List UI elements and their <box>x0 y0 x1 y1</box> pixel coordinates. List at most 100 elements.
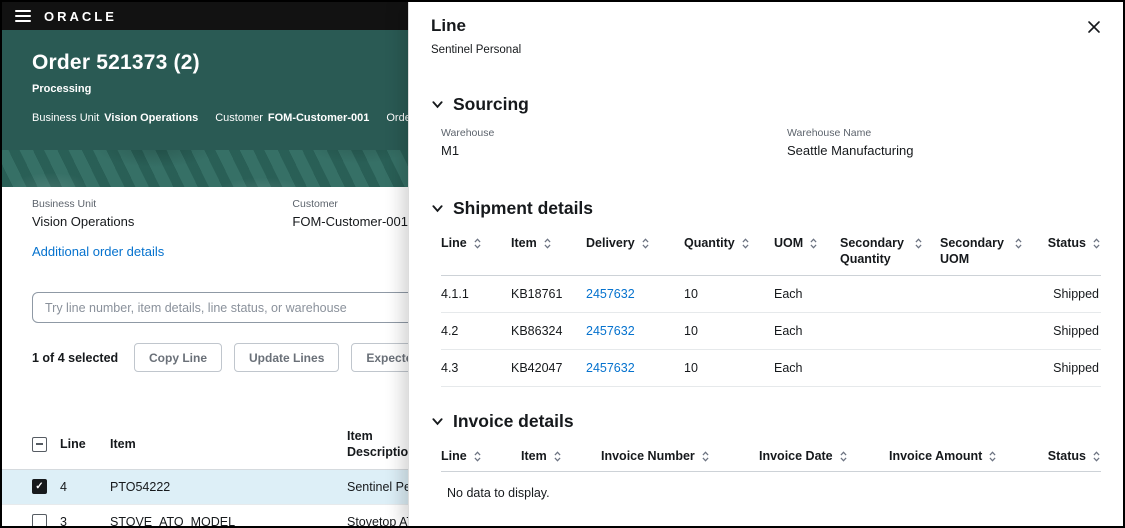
header-decoration <box>2 150 408 187</box>
expected-availability-button[interactable]: Expected Availability <box>351 343 408 372</box>
cell-item: STOVE_ATO_MODEL <box>110 515 347 527</box>
sort-icon[interactable] <box>553 450 562 463</box>
sort-icon[interactable] <box>839 450 848 463</box>
table-row[interactable]: 4 PTO54222 Sentinel Personal <box>2 470 408 505</box>
select-all-checkbox[interactable] <box>32 437 47 452</box>
cell-quantity: 10 <box>684 287 774 301</box>
customer-field: Customer FOM-Customer-001 <box>292 198 408 229</box>
cell-line: 4 <box>60 480 110 494</box>
sort-icon[interactable] <box>914 237 923 250</box>
cell-status: Shipped <box>1040 287 1101 301</box>
delivery-link[interactable]: 2457632 <box>586 324 684 338</box>
invoice-details-section: Invoice details Line Item Invoice Number… <box>431 411 1101 500</box>
warehouse-field: Warehouse M1 <box>441 127 787 158</box>
column-header-invoice-amount[interactable]: Invoice Amount <box>889 448 1047 464</box>
order-page: ORACLE Order 521373 (2) Processing Busin… <box>2 2 408 526</box>
cell-line: 4.3 <box>441 361 511 375</box>
cell-quantity: 10 <box>684 361 774 375</box>
line-detail-drawer: Line Sentinel Personal Sourcing Warehous… <box>408 2 1123 526</box>
column-header-item[interactable]: Item <box>521 448 601 464</box>
business-unit-field: Business Unit Vision Operations <box>32 198 292 229</box>
drawer-title: Line <box>431 16 1101 36</box>
cell-item: KB86324 <box>511 324 586 338</box>
column-header-status[interactable]: Status <box>1047 448 1101 464</box>
copy-line-button[interactable]: Copy Line <box>134 343 222 372</box>
column-header-item-description: Item Description <box>347 428 408 461</box>
cell-item-description: Stovetop ATO Model <box>347 515 408 527</box>
invoice-table: Line Item Invoice Number Invoice Date In… <box>431 444 1101 500</box>
column-header-quantity[interactable]: Quantity <box>684 235 774 268</box>
additional-order-details-link[interactable]: Additional order details <box>32 244 164 259</box>
row-checkbox[interactable] <box>32 514 47 526</box>
line-actions: 1 of 4 selected Copy Line Update Lines E… <box>32 343 408 372</box>
cell-status: Shipped <box>1040 324 1101 338</box>
delivery-link[interactable]: 2457632 <box>586 361 684 375</box>
table-header-row: Line Item Item Description <box>2 422 408 470</box>
row-checkbox[interactable] <box>32 479 47 494</box>
column-header-item: Item <box>110 437 347 451</box>
update-lines-button[interactable]: Update Lines <box>234 343 339 372</box>
table-header-row: Line Item Invoice Number Invoice Date In… <box>441 444 1101 472</box>
sort-icon[interactable] <box>809 237 818 250</box>
cell-line: 3 <box>60 515 110 527</box>
table-header-row: Line Item Delivery Quantity UOM Secondar… <box>441 231 1101 276</box>
oracle-logo: ORACLE <box>44 9 117 24</box>
drawer-subtitle: Sentinel Personal <box>431 44 1101 56</box>
sort-icon[interactable] <box>701 450 710 463</box>
column-header-line[interactable]: Line <box>441 235 511 268</box>
sourcing-section: Sourcing Warehouse M1 Warehouse Name Sea… <box>431 94 1101 158</box>
sourcing-section-toggle[interactable]: Sourcing <box>431 94 1101 115</box>
order-content: Business Unit Vision Operations Customer… <box>2 198 408 526</box>
column-header-line: Line <box>60 437 110 451</box>
meta-customer: CustomerFOM-Customer-001 <box>215 112 369 124</box>
shipment-table: Line Item Delivery Quantity UOM Secondar… <box>431 231 1101 387</box>
sort-icon[interactable] <box>473 237 482 250</box>
section-title: Sourcing <box>453 94 529 115</box>
order-status: Processing <box>32 83 408 95</box>
sort-icon[interactable] <box>1014 237 1023 250</box>
column-header-item[interactable]: Item <box>511 235 586 268</box>
cell-item: PTO54222 <box>110 480 347 494</box>
section-title: Shipment details <box>453 198 593 219</box>
column-header-uom[interactable]: UOM <box>774 235 840 268</box>
order-summary: Business Unit Vision Operations Customer… <box>32 198 408 229</box>
order-meta: Business UnitVision Operations CustomerF… <box>32 112 408 124</box>
close-icon[interactable] <box>1083 16 1105 38</box>
menu-icon[interactable] <box>15 10 31 22</box>
order-lines-table: Line Item Item Description 4 PTO54222 Se… <box>2 422 408 526</box>
sort-icon[interactable] <box>741 237 750 250</box>
column-header-delivery[interactable]: Delivery <box>586 235 684 268</box>
app-window: ORACLE Order 521373 (2) Processing Busin… <box>0 0 1125 528</box>
sort-icon[interactable] <box>641 237 650 250</box>
column-header-secondary-uom[interactable]: Secondary UOM <box>940 235 1040 268</box>
column-header-invoice-number[interactable]: Invoice Number <box>601 448 759 464</box>
meta-order-to: Order To <box>386 112 408 124</box>
sort-icon[interactable] <box>1092 237 1101 250</box>
empty-state-text: No data to display. <box>441 486 1101 500</box>
delivery-link[interactable]: 2457632 <box>586 287 684 301</box>
sort-icon[interactable] <box>1092 450 1101 463</box>
column-header-invoice-date[interactable]: Invoice Date <box>759 448 889 464</box>
column-header-status[interactable]: Status <box>1040 235 1101 268</box>
cell-uom: Each <box>774 361 840 375</box>
cell-status: Shipped <box>1040 361 1101 375</box>
global-topbar: ORACLE <box>2 2 408 30</box>
shipment-section-toggle[interactable]: Shipment details <box>431 198 1101 219</box>
page-title: Order 521373 (2) <box>32 51 408 75</box>
cell-item: KB18761 <box>511 287 586 301</box>
sort-icon[interactable] <box>543 237 552 250</box>
selection-count: 1 of 4 selected <box>32 351 122 365</box>
table-row: 4.2 KB86324 2457632 10 Each Shipped <box>441 313 1101 350</box>
column-header-line[interactable]: Line <box>441 448 521 464</box>
sort-icon[interactable] <box>988 450 997 463</box>
invoice-section-toggle[interactable]: Invoice details <box>431 411 1101 432</box>
table-row: 4.1.1 KB18761 2457632 10 Each Shipped <box>441 276 1101 313</box>
cell-line: 4.2 <box>441 324 511 338</box>
column-header-secondary-quantity[interactable]: Secondary Quantity <box>840 235 940 268</box>
line-search-input[interactable] <box>32 292 408 323</box>
sort-icon[interactable] <box>473 450 482 463</box>
shipment-details-section: Shipment details Line Item Delivery Quan… <box>431 198 1101 387</box>
table-row[interactable]: 3 STOVE_ATO_MODEL Stovetop ATO Model <box>2 505 408 527</box>
cell-uom: Each <box>774 324 840 338</box>
table-row: 4.3 KB42047 2457632 10 Each Shipped <box>441 350 1101 387</box>
